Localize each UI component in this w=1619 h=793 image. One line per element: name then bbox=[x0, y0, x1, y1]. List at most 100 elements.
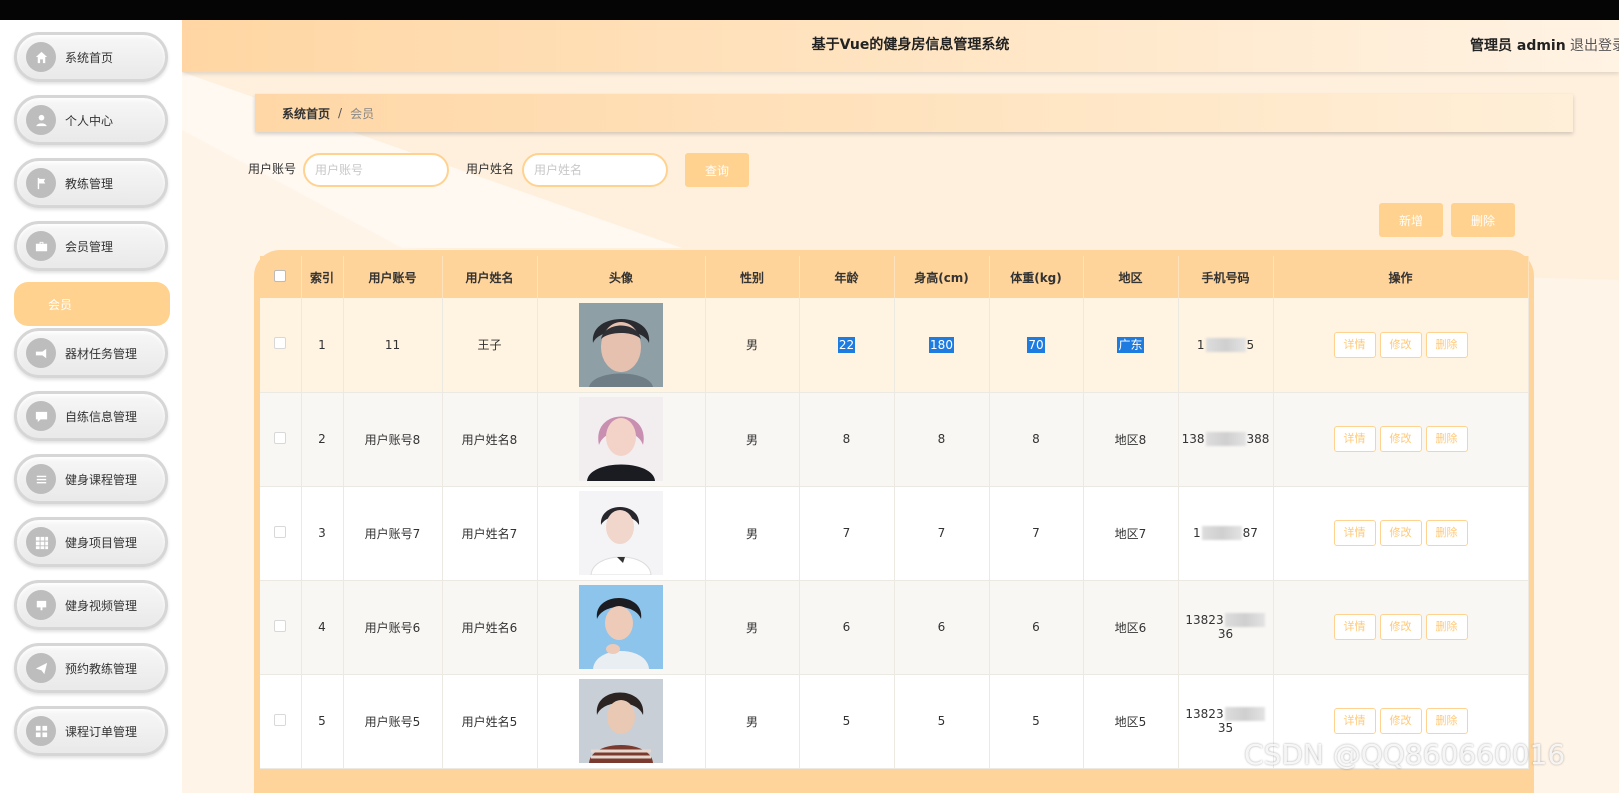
selected-text: 广东 bbox=[1117, 337, 1144, 354]
sidebar-item-coaches[interactable]: 教练管理 bbox=[14, 158, 168, 208]
breadcrumb-home[interactable]: 系统首页 bbox=[282, 105, 330, 122]
column-header: 地区 bbox=[1083, 256, 1179, 298]
row-checkbox[interactable] bbox=[274, 713, 287, 726]
delete-button[interactable]: 删除 bbox=[1425, 614, 1468, 640]
tag-icon bbox=[26, 338, 56, 368]
row-checkbox[interactable] bbox=[274, 619, 287, 632]
member-table: 索引 用户账号 用户姓名 头像 性别 年龄 身高(cm) 体重(kg) 地区 手… bbox=[260, 256, 1529, 769]
select-all-header[interactable] bbox=[260, 256, 302, 298]
batch-delete-button[interactable]: 删除 bbox=[1451, 203, 1515, 237]
operations-cell: 详情 修改 删除 bbox=[1273, 392, 1529, 487]
breadcrumb: 系统首页 / 会员 bbox=[255, 94, 1573, 132]
row-select-cell[interactable] bbox=[260, 674, 302, 769]
row-select-cell[interactable] bbox=[260, 298, 302, 393]
delete-button[interactable]: 删除 bbox=[1425, 708, 1468, 734]
selected-text: 180 bbox=[929, 336, 954, 353]
sidebar-item-home[interactable]: 系统首页 bbox=[14, 32, 168, 82]
table-row[interactable]: 3 用户账号7 用户姓名7 男 7 7 7 地区7 1 87 详情 修改 删除 bbox=[260, 486, 1529, 581]
sidebar-item-projects[interactable]: 健身项目管理 bbox=[14, 517, 168, 567]
gender-cell: 男 bbox=[705, 298, 800, 393]
row-select-cell[interactable] bbox=[260, 580, 302, 675]
avatar-cell bbox=[537, 486, 706, 581]
edit-button[interactable]: 修改 bbox=[1379, 614, 1422, 640]
row-checkbox[interactable] bbox=[274, 525, 287, 538]
index-cell: 3 bbox=[301, 486, 344, 581]
age-cell: 8 bbox=[799, 392, 895, 487]
chat-icon bbox=[26, 401, 56, 431]
logout-link[interactable]: 退出登录 bbox=[1570, 35, 1619, 55]
weight-cell: 8 bbox=[989, 392, 1084, 487]
sidebar-subitem-member[interactable]: 会员 bbox=[14, 282, 170, 326]
phone-redaction bbox=[1205, 432, 1246, 447]
main-content: 基于Vue的健身房信息管理系统 管理员 admin 退出登录 系统首页 / 会员… bbox=[182, 20, 1619, 793]
phone-cell: 15 bbox=[1178, 298, 1274, 393]
name-search-input[interactable] bbox=[522, 153, 668, 187]
avatar bbox=[579, 397, 663, 481]
row-checkbox[interactable] bbox=[274, 337, 287, 350]
delete-button[interactable]: 删除 bbox=[1425, 426, 1468, 452]
column-header: 用户账号 bbox=[343, 256, 443, 298]
table-row[interactable]: 2 用户账号8 用户姓名8 男 8 8 8 地区8 138 388 详情 修改 … bbox=[260, 392, 1529, 487]
sidebar-item-coach-booking[interactable]: 预约教练管理 bbox=[14, 643, 168, 693]
add-button[interactable]: 新增 bbox=[1379, 203, 1443, 237]
column-header: 性别 bbox=[705, 256, 800, 298]
query-button[interactable]: 查询 bbox=[685, 153, 749, 187]
weight-cell: 6 bbox=[989, 580, 1084, 675]
name-cell: 王子 bbox=[442, 298, 538, 393]
sidebar-item-self-training[interactable]: 自练信息管理 bbox=[14, 391, 168, 441]
sidebar-item-courses[interactable]: 健身课程管理 bbox=[14, 454, 168, 504]
phone-visible-start: 1 bbox=[1193, 525, 1201, 540]
region-cell: 地区7 bbox=[1083, 486, 1179, 581]
account-cell: 用户账号6 bbox=[343, 580, 443, 675]
phone-visible-end: 87 bbox=[1242, 525, 1258, 540]
account-search-input[interactable] bbox=[303, 153, 449, 187]
sidebar-item-label: 健身课程管理 bbox=[65, 472, 138, 487]
row-select-cell[interactable] bbox=[260, 392, 302, 487]
detail-button[interactable]: 详情 bbox=[1333, 614, 1376, 640]
detail-button[interactable]: 详情 bbox=[1333, 426, 1376, 452]
region-cell: 地区8 bbox=[1083, 392, 1179, 487]
height-cell: 8 bbox=[894, 392, 990, 487]
window-top-strip bbox=[0, 0, 1619, 20]
edit-button[interactable]: 修改 bbox=[1379, 520, 1422, 546]
select-all-checkbox[interactable] bbox=[274, 269, 287, 282]
age-cell: 7 bbox=[799, 486, 895, 581]
table-row[interactable]: 4 用户账号6 用户姓名6 男 6 6 6 地区6 1382336 详情 修改 … bbox=[260, 580, 1529, 675]
phone-cell: 1 87 bbox=[1178, 486, 1274, 581]
row-select-cell[interactable] bbox=[260, 486, 302, 581]
detail-button[interactable]: 详情 bbox=[1333, 331, 1376, 358]
sidebar-item-videos[interactable]: 健身视频管理 bbox=[14, 580, 168, 630]
operations-cell: 详情 修改 删除 bbox=[1273, 486, 1529, 581]
column-header: 操作 bbox=[1273, 256, 1529, 298]
avatar bbox=[579, 491, 663, 575]
edit-button[interactable]: 修改 bbox=[1379, 426, 1422, 452]
phone-visible-end: 388 bbox=[1246, 431, 1270, 446]
detail-button[interactable]: 详情 bbox=[1333, 708, 1376, 734]
phone-redaction bbox=[1201, 526, 1242, 541]
sidebar-item-equipment-tasks[interactable]: 器材任务管理 bbox=[14, 328, 168, 378]
phone-visible-start: 13823 bbox=[1185, 612, 1224, 627]
edit-button[interactable]: 修改 bbox=[1379, 331, 1422, 358]
operations-cell: 详情 修改 删除 bbox=[1273, 298, 1529, 393]
age-cell: 22 bbox=[799, 298, 895, 393]
edit-button[interactable]: 修改 bbox=[1379, 708, 1422, 734]
delete-button[interactable]: 删除 bbox=[1425, 331, 1468, 358]
avatar bbox=[579, 585, 663, 669]
delete-button[interactable]: 删除 bbox=[1425, 520, 1468, 546]
app-title: 基于Vue的健身房信息管理系统 bbox=[811, 37, 1010, 53]
watermark: CSDN @QQ860660016 bbox=[1244, 738, 1566, 771]
detail-button[interactable]: 详情 bbox=[1333, 520, 1376, 546]
sidebar-item-label: 课程订单管理 bbox=[65, 724, 138, 739]
column-header: 体重(kg) bbox=[989, 256, 1084, 298]
table-row[interactable]: 1 11 王子 男 22 180 70 广东 1 5 详情 修改 删除 bbox=[260, 298, 1529, 393]
weight-cell: 7 bbox=[989, 486, 1084, 581]
sidebar-item-profile[interactable]: 个人中心 bbox=[14, 95, 168, 145]
account-cell: 用户账号7 bbox=[343, 486, 443, 581]
weight-cell: 70 bbox=[989, 298, 1084, 393]
operations-cell: 详情 修改 删除 bbox=[1273, 580, 1529, 675]
sidebar-item-members[interactable]: 会员管理 bbox=[14, 221, 168, 271]
avatar bbox=[579, 679, 663, 763]
sidebar-item-course-orders[interactable]: 课程订单管理 bbox=[14, 706, 168, 756]
row-checkbox[interactable] bbox=[274, 431, 287, 444]
index-cell: 5 bbox=[301, 674, 344, 769]
